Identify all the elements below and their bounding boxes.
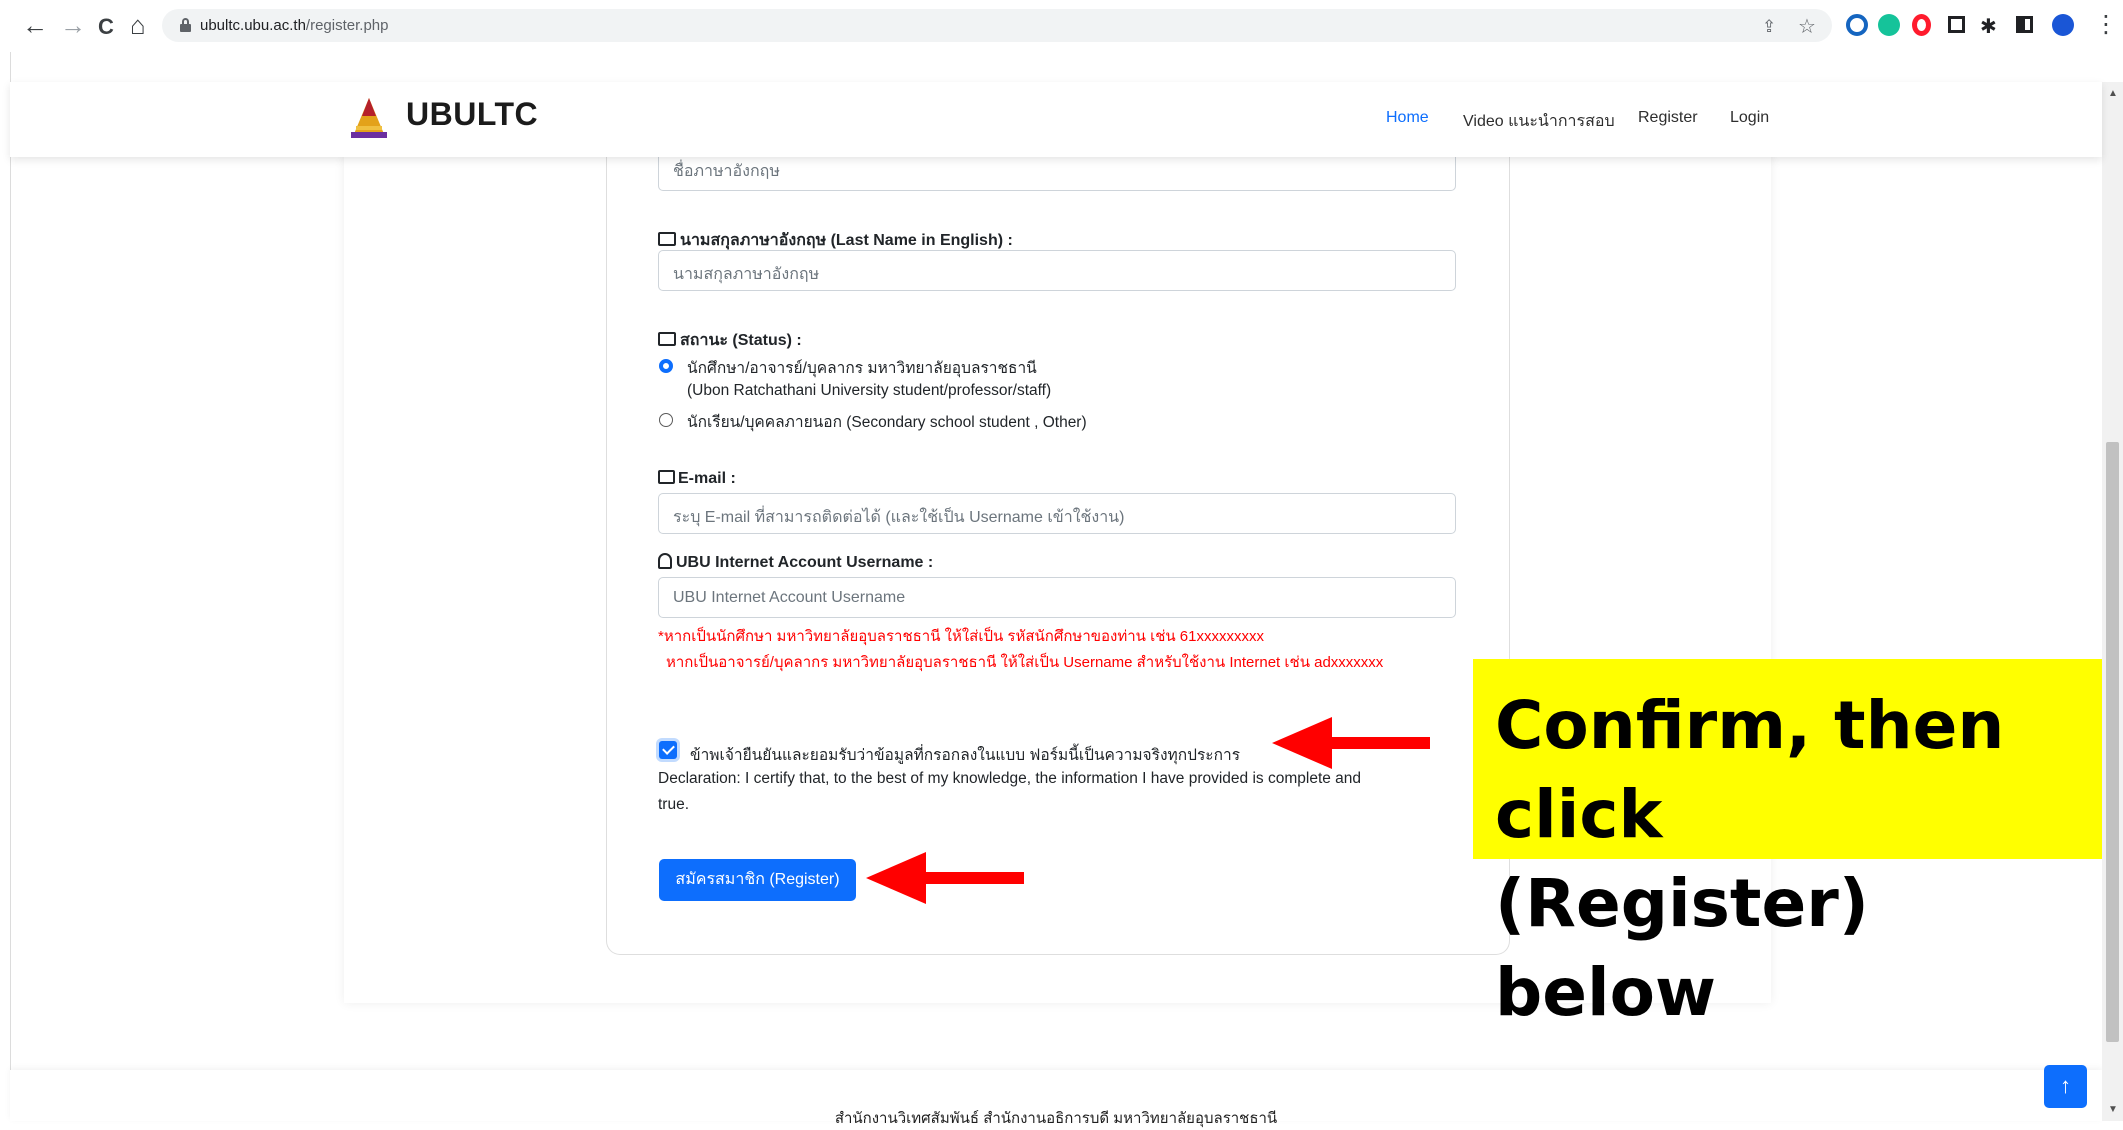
- confirm-checkbox-label[interactable]: ข้าพเจ้ายืนยันและยอมรับว่าข้อมูลที่กรอกล…: [690, 742, 1240, 767]
- status-option-ubu-label[interactable]: นักศึกษา/อาจารย์/บุคลากร มหาวิทยาลัยอุบล…: [687, 355, 1037, 380]
- ubu-logo-icon[interactable]: [348, 96, 390, 140]
- scroll-to-top-button[interactable]: ↑: [2044, 1065, 2087, 1108]
- scroll-thumb[interactable]: [2106, 442, 2119, 1042]
- brand-name[interactable]: UBULTC: [406, 96, 538, 133]
- opera-icon[interactable]: [1912, 14, 1931, 36]
- extension-icon-2[interactable]: [1948, 16, 1965, 33]
- back-icon[interactable]: ←: [22, 12, 48, 38]
- reload-icon[interactable]: C: [98, 14, 114, 40]
- ubu-username-input[interactable]: UBU Internet Account Username: [658, 577, 1456, 618]
- side-panel-icon[interactable]: [2016, 16, 2033, 33]
- arrow-up-icon: ↑: [2060, 1073, 2071, 1098]
- nav-home[interactable]: Home: [1386, 109, 1429, 127]
- last-name-en-input[interactable]: นามสกุลภาษาอังกฤษ: [658, 250, 1456, 291]
- envelope-icon: [658, 470, 675, 484]
- instruction-callout: Confirm, then click (Register) below: [1473, 659, 2109, 1031]
- status-radio-ubu[interactable]: [659, 359, 673, 373]
- nav-register[interactable]: Register: [1638, 109, 1698, 127]
- bookmark-star-icon[interactable]: ☆: [1798, 14, 1816, 39]
- status-radio-other[interactable]: [659, 413, 673, 427]
- declaration-text: Declaration: I certify that, to the best…: [658, 770, 1362, 787]
- email-label: E-mail :: [658, 470, 736, 488]
- scroll-up-arrow-icon[interactable]: ▲: [2108, 88, 2118, 99]
- nav-login[interactable]: Login: [1730, 109, 1769, 127]
- puzzle-icon[interactable]: ✱: [1980, 14, 1997, 40]
- profile-avatar-icon[interactable]: [2052, 14, 2074, 36]
- url-text[interactable]: ubultc.ubu.ac.th/register.php: [200, 17, 388, 34]
- site-footer: สำนักงานวิเทศสัมพันธ์ สำนักงานอธิการบดี …: [10, 1070, 2102, 1127]
- forward-icon[interactable]: →: [60, 12, 86, 38]
- extension-icon-1[interactable]: [1846, 14, 1868, 36]
- username-note-student: *หากเป็นนักศึกษา มหาวิทยาลัยอุบลราชธานี …: [658, 628, 1264, 645]
- id-card-icon: [658, 232, 676, 246]
- browser-toolbar: ← → C ⌂ ubultc.ubu.ac.th/register.php ⇪ …: [0, 0, 2123, 52]
- share-icon[interactable]: ⇪: [1762, 17, 1776, 37]
- address-bar[interactable]: ubultc.ubu.ac.th/register.php ⇪ ☆: [162, 9, 1832, 42]
- confirm-checkbox[interactable]: [659, 741, 677, 759]
- nav-video[interactable]: Video แนะนำการสอบ: [1463, 109, 1615, 134]
- username-note-staff: หากเป็นอาจารย์/บุคลากร มหาวิทยาลัยอุบลรา…: [666, 654, 1384, 671]
- page-scrollbar[interactable]: ▲ ▼: [2102, 82, 2123, 1121]
- badge-icon: [658, 332, 676, 346]
- scroll-down-arrow-icon[interactable]: ▼: [2108, 1104, 2118, 1115]
- email-input[interactable]: ระบุ E-mail ที่สามารถติดต่อได้ (และใช้เป…: [658, 493, 1456, 534]
- callout-line-1: Confirm, then click: [1495, 687, 2005, 853]
- status-option-ubu-sublabel[interactable]: (Ubon Ratchathani University student/pro…: [687, 382, 1051, 400]
- arrow-to-register-button: [866, 852, 1026, 904]
- register-button[interactable]: สมัครสมาชิก (Register): [659, 859, 856, 901]
- site-navbar: UBULTC Home Video แนะนำการสอบ Register L…: [10, 82, 2102, 157]
- status-option-other-label[interactable]: นักเรียน/บุคคลภายนอก (Secondary school s…: [687, 409, 1087, 434]
- callout-line-2: (Register) below: [1495, 865, 1869, 1031]
- declaration-text-end: true.: [658, 796, 690, 813]
- lock-icon[interactable]: [180, 18, 191, 32]
- grammarly-icon[interactable]: [1878, 14, 1900, 36]
- footer-text: สำนักงานวิเทศสัมพันธ์ สำนักงานอธิการบดี …: [834, 1110, 1278, 1127]
- status-label: สถานะ (Status) :: [658, 328, 802, 353]
- ubu-username-label: UBU Internet Account Username :: [658, 553, 933, 572]
- user-icon: [658, 553, 672, 569]
- menu-icon[interactable]: ⋮: [2094, 12, 2118, 38]
- arrow-to-checkbox: [1272, 717, 1432, 769]
- home-icon[interactable]: ⌂: [130, 12, 146, 38]
